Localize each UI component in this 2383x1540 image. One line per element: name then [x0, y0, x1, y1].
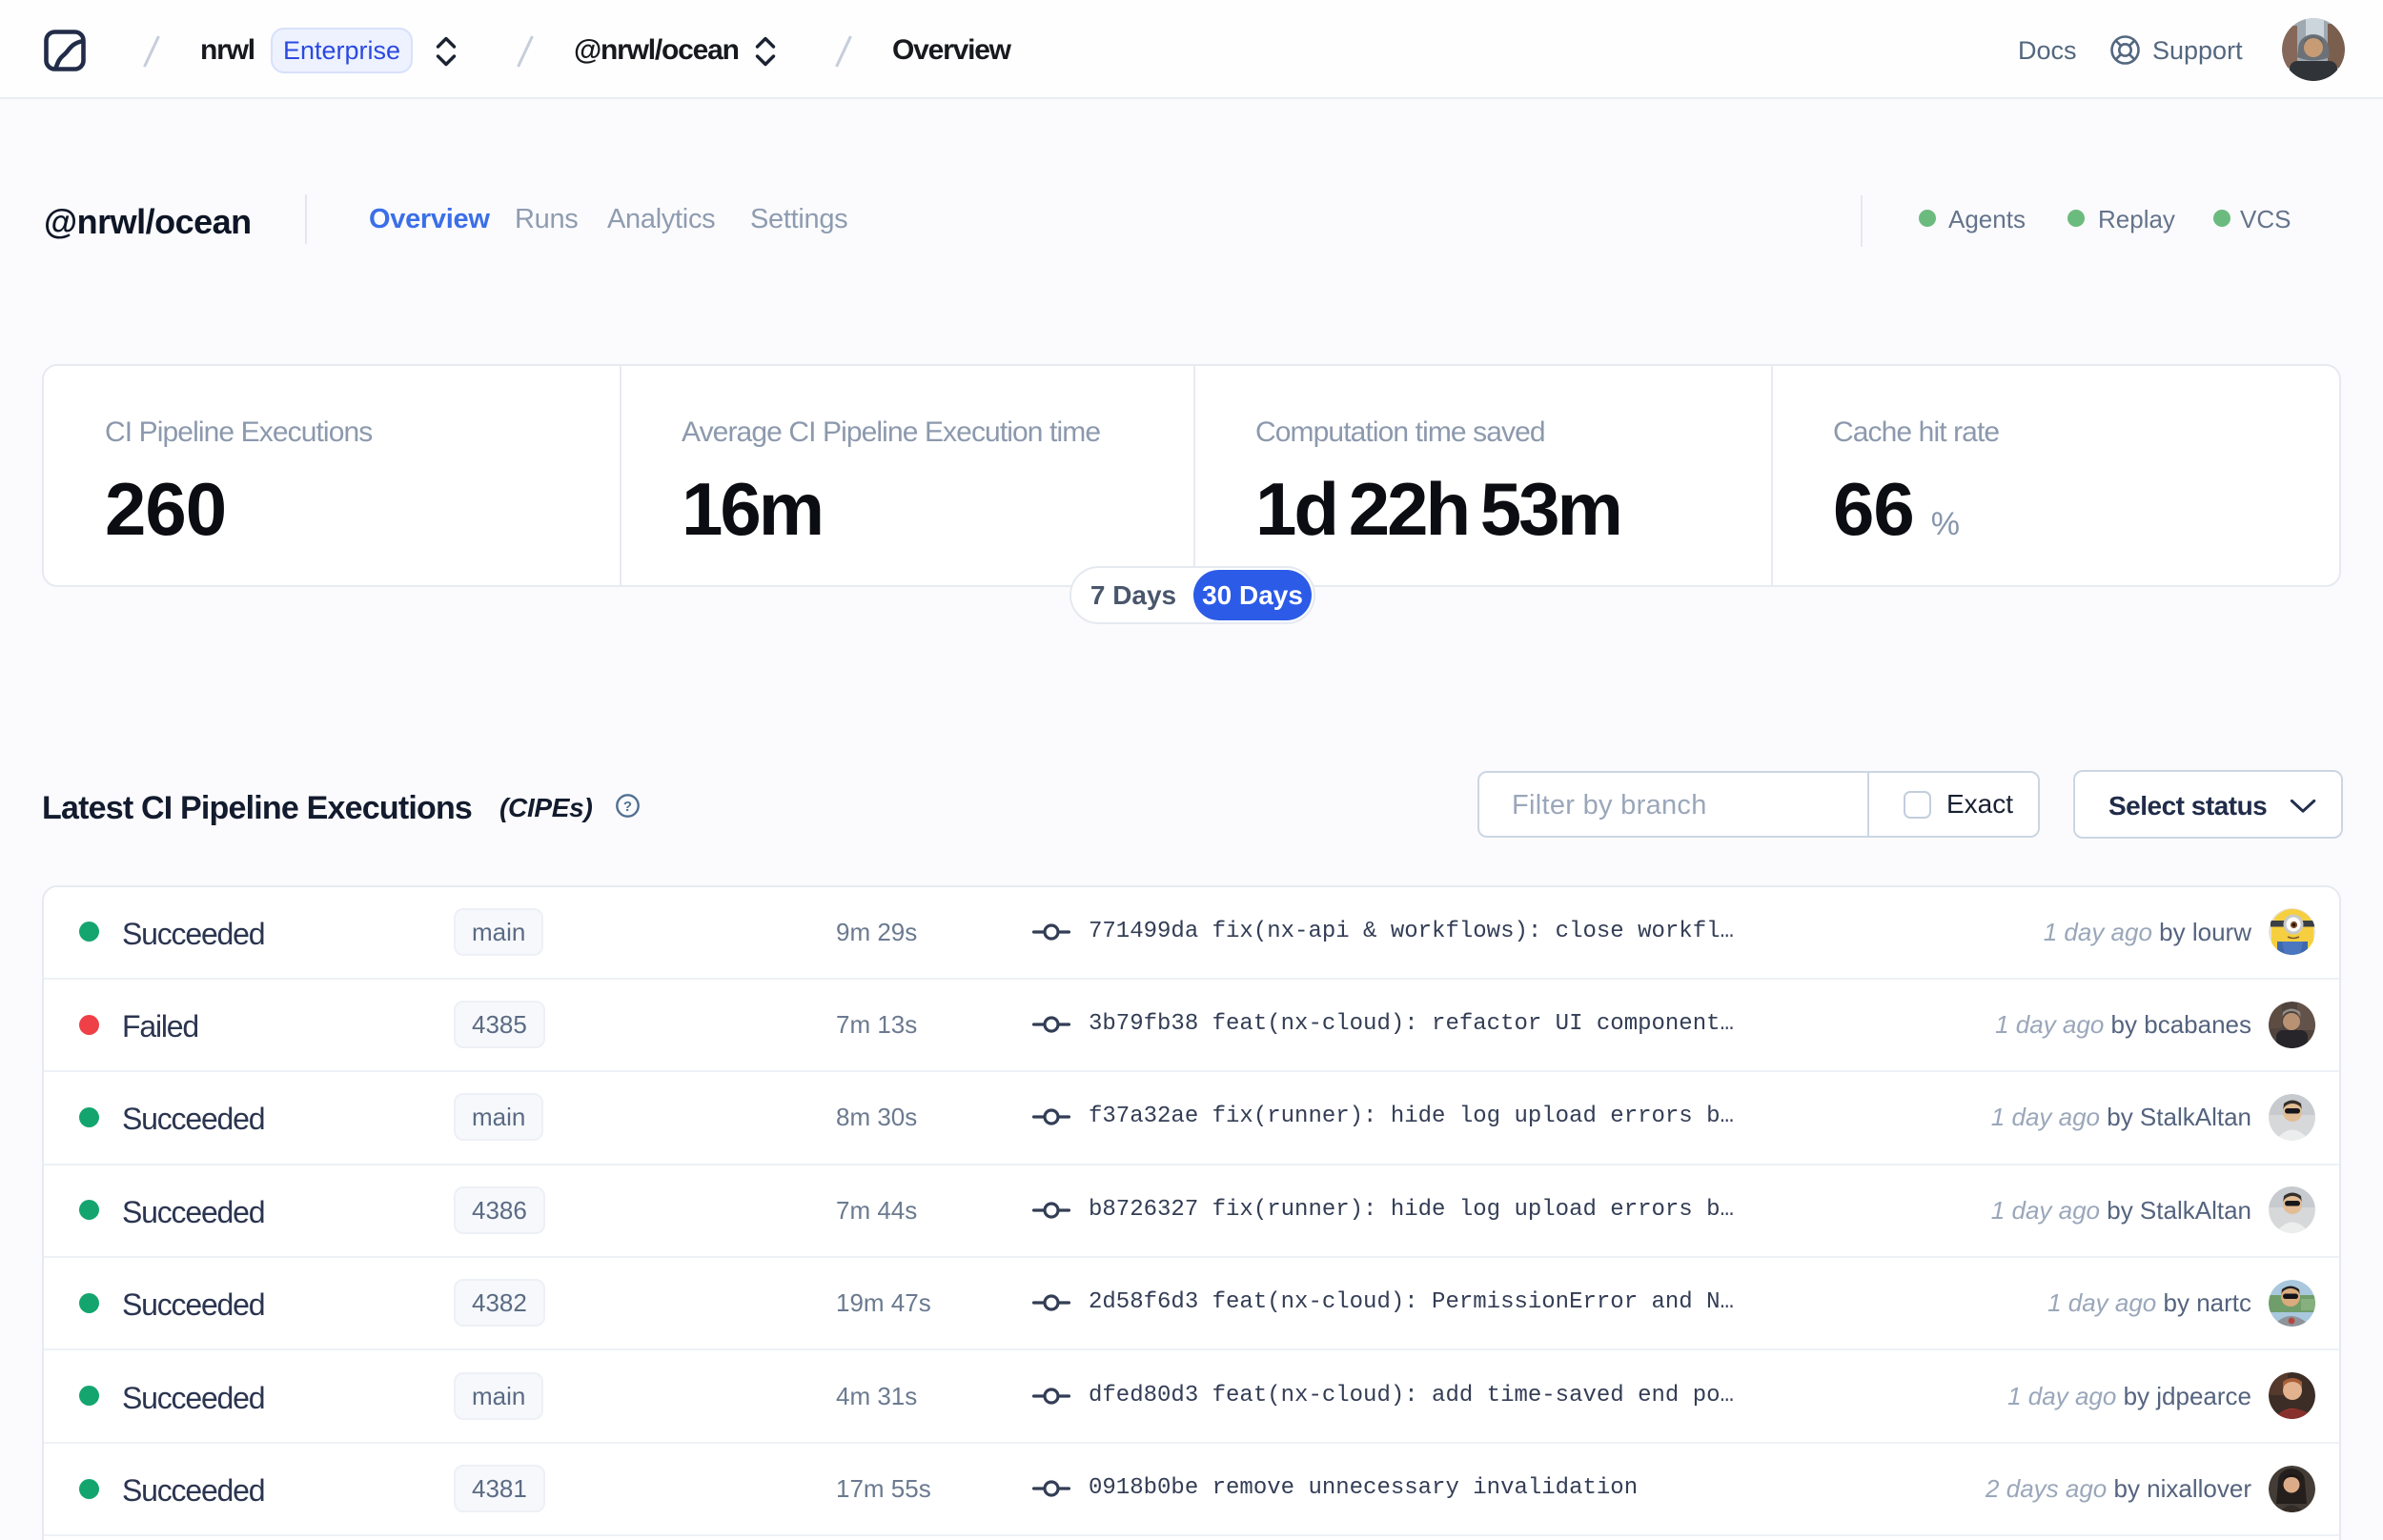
svg-text:?: ?	[623, 799, 632, 815]
